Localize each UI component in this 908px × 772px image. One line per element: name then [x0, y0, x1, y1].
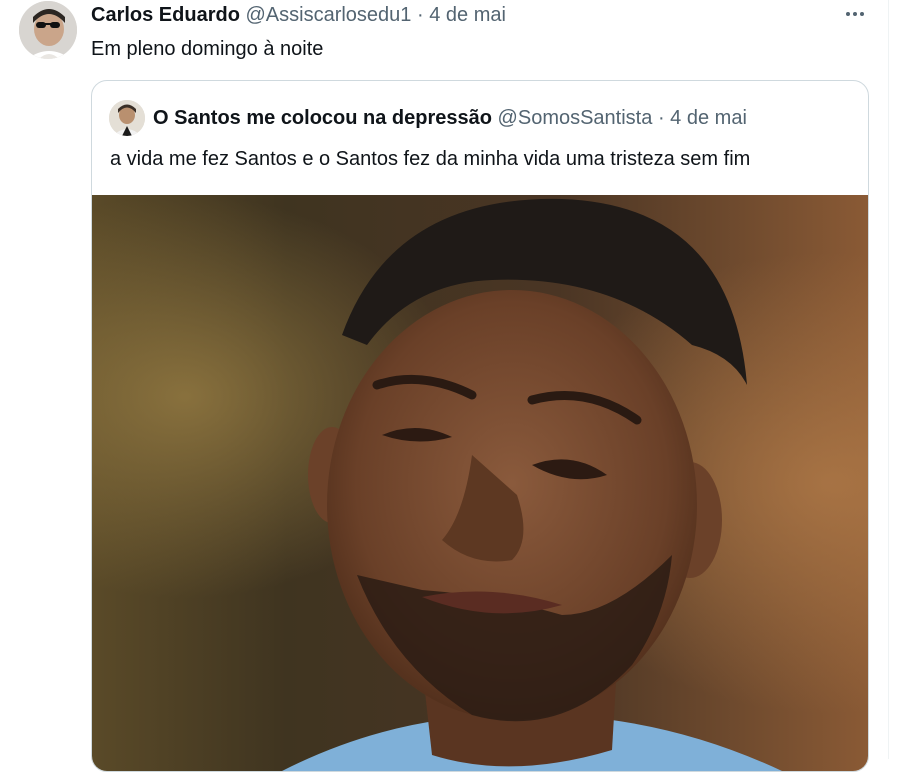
crying-man-photo — [92, 195, 868, 771]
quoted-author-handle[interactable]: @SomosSantista — [498, 107, 653, 129]
tweet-date[interactable]: 4 de mai — [429, 4, 506, 26]
quoted-tweet-text: a vida me fez Santos e o Santos fez da m… — [110, 148, 751, 170]
more-options-button[interactable] — [838, 2, 872, 26]
quoted-tweet-date[interactable]: 4 de mai — [670, 107, 747, 129]
quoted-tweet-header: O Santos me colocou na depressão @SomosS… — [153, 106, 747, 130]
quoted-separator-dot: · — [657, 107, 665, 129]
avatar-photo — [19, 1, 77, 59]
quoted-author-avatar[interactable] — [109, 100, 145, 136]
author-name[interactable]: Carlos Eduardo — [91, 4, 240, 26]
timeline-border — [888, 0, 889, 759]
tweet-header: Carlos Eduardo @Assiscarlosedu1 · 4 de m… — [91, 3, 506, 27]
quoted-avatar-photo — [109, 100, 145, 136]
tweet-text: Em pleno domingo à noite — [91, 38, 324, 60]
quoted-tweet-card[interactable]: O Santos me colocou na depressão @SomosS… — [91, 80, 869, 772]
separator-dot: · — [416, 4, 424, 26]
author-handle[interactable]: @Assiscarlosedu1 — [245, 4, 411, 26]
more-horizontal-icon — [846, 12, 864, 16]
author-avatar[interactable] — [19, 1, 77, 59]
quoted-tweet-image[interactable] — [92, 195, 868, 771]
quoted-author-name[interactable]: O Santos me colocou na depressão — [153, 107, 492, 129]
